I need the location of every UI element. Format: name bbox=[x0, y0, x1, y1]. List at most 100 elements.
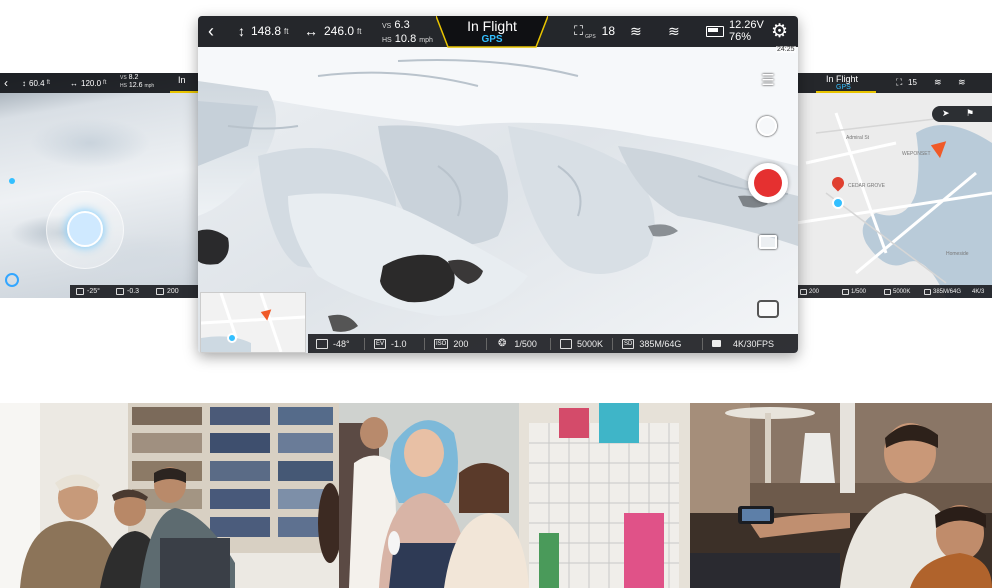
settings-gear-icon[interactable]: ⚙ bbox=[771, 16, 788, 46]
right-signal-icon: ≋ bbox=[934, 77, 942, 87]
hs-value: 12.6 bbox=[128, 82, 143, 89]
battery-icon[interactable] bbox=[706, 16, 724, 46]
satellite-icon: ⛶ bbox=[574, 23, 584, 38]
iso-value: 200 bbox=[809, 288, 820, 295]
right-mode: GPS bbox=[836, 84, 851, 91]
left-status-underline bbox=[170, 91, 198, 93]
battery-voltage: 12.26V bbox=[729, 19, 764, 31]
iso-label: ISO bbox=[434, 338, 449, 349]
shutter-setting[interactable]: ❂ 1/500 bbox=[498, 334, 537, 353]
storage-info: SD 385M/64G bbox=[622, 334, 681, 353]
video-value: 4K/3 bbox=[972, 288, 985, 295]
library-scene bbox=[0, 403, 339, 588]
map-label-homeside: Homeside bbox=[946, 251, 969, 257]
right-status-underline bbox=[816, 91, 876, 93]
map-toolbar[interactable]: ➤ ⚑ bbox=[932, 106, 992, 122]
altitude-unit: ft bbox=[46, 80, 50, 86]
switch-mode-icon[interactable] bbox=[757, 116, 777, 136]
rc-signal-icon[interactable]: ≋ bbox=[630, 16, 642, 46]
left-status: In bbox=[178, 75, 186, 85]
right-status: In Flight bbox=[826, 74, 859, 84]
gimbal-angle: -48° bbox=[316, 334, 350, 353]
right-satellite-icon: ⛶ bbox=[896, 77, 903, 87]
map-label-weponset: WEPONSET bbox=[902, 151, 931, 157]
left-iso: 200 bbox=[156, 285, 179, 298]
white-balance-setting[interactable]: 5000K bbox=[560, 334, 603, 353]
back-icon[interactable]: ‹ bbox=[4, 73, 8, 93]
distance-readout: ↔ 246.0 ft bbox=[304, 16, 361, 46]
gimbal-icon bbox=[316, 338, 328, 349]
video-camera-icon bbox=[712, 340, 721, 347]
right-shutter: 1/500 bbox=[842, 285, 866, 298]
record-button[interactable] bbox=[748, 163, 788, 203]
right-wb: 5000K bbox=[884, 285, 910, 298]
positioning-mode: GPS bbox=[481, 34, 503, 45]
wb-icon bbox=[560, 338, 572, 349]
left-angle: -25° bbox=[76, 285, 100, 298]
distance-icon: ↔ bbox=[304, 23, 318, 39]
ev-value: -1.0 bbox=[391, 338, 407, 349]
left-altitude: ↕ 60.4 ft bbox=[22, 73, 50, 93]
altitude-value: 148.8 bbox=[251, 24, 282, 38]
exposure-value[interactable]: EV -1.0 bbox=[374, 334, 407, 353]
right-video: 4K/3 bbox=[972, 285, 984, 298]
iso-value: 200 bbox=[167, 288, 179, 295]
angle-value: -48° bbox=[333, 338, 350, 349]
distance-value: 120.0 bbox=[81, 78, 102, 88]
living-room-scene bbox=[690, 403, 992, 588]
back-icon[interactable]: ‹ bbox=[208, 16, 214, 46]
video-value: 4K/30FPS bbox=[733, 338, 775, 349]
right-topbar: In Flight GPS ⛶ 15 ≋ ≋ bbox=[796, 73, 992, 93]
gallery-icon[interactable] bbox=[759, 235, 777, 249]
wb-value: 5000K bbox=[893, 288, 911, 295]
left-compass-indicator bbox=[9, 178, 15, 184]
hs-label: HS bbox=[120, 83, 127, 89]
center-topbar: ‹ ↕ 148.8 ft ↔ 246.0 ft VS 6.3 HS 10.8 m… bbox=[198, 16, 798, 48]
hs-label: HS bbox=[382, 37, 392, 44]
storage-value: 385M/64G bbox=[639, 338, 682, 349]
iso-setting[interactable]: ISO 200 bbox=[434, 334, 468, 353]
navigate-icon[interactable]: ➤ bbox=[942, 108, 950, 119]
map-label-admiral: Admiral St bbox=[846, 135, 870, 141]
flight-time: 24:25 bbox=[776, 46, 796, 53]
iso-value: 200 bbox=[453, 338, 469, 349]
right-satellites: 15 bbox=[908, 78, 917, 87]
vs-label: VS bbox=[382, 23, 392, 30]
shutter-icon: ❂ bbox=[498, 338, 507, 349]
sd-card-icon: SD bbox=[622, 338, 635, 349]
camera-settings-icon[interactable]: ☰ bbox=[758, 71, 778, 91]
ev-value: -0.3 bbox=[127, 288, 140, 295]
center-app-screen: ‹ ↕ 148.8 ft ↔ 246.0 ft VS 6.3 HS 10.8 m… bbox=[198, 16, 798, 353]
pilot-location-icon bbox=[832, 197, 844, 209]
mini-map[interactable] bbox=[200, 292, 306, 353]
photo-library-group bbox=[0, 403, 339, 588]
altitude-unit: ft bbox=[284, 26, 289, 36]
left-ev: -0.3 bbox=[116, 285, 139, 298]
vs-label: VS bbox=[120, 75, 127, 81]
drone-status-icon[interactable] bbox=[757, 300, 779, 318]
left-joystick-knob[interactable] bbox=[67, 211, 103, 247]
photo-market-women bbox=[339, 403, 690, 588]
altitude-readout: ↕ 148.8 ft bbox=[238, 16, 288, 46]
altitude-icon: ↕ bbox=[238, 23, 245, 39]
speed-readout: VS 6.3 HS 10.8 mph bbox=[382, 19, 433, 47]
satellite-label: GPS bbox=[585, 34, 596, 40]
photo-men-phone bbox=[690, 403, 992, 588]
waypoint-icon[interactable]: ⚑ bbox=[966, 108, 974, 119]
market-scene bbox=[339, 403, 690, 588]
left-speed: VS 8.2 HS 12.6 mph bbox=[120, 74, 154, 90]
distance-value: 246.0 bbox=[324, 24, 355, 38]
video-signal-icon[interactable]: ≋ bbox=[668, 16, 680, 46]
satellite-readout[interactable]: ⛶ GPS 18 bbox=[574, 16, 615, 46]
vs-value: 6.3 bbox=[394, 19, 410, 31]
video-format[interactable]: 4K/30FPS bbox=[712, 334, 774, 353]
right-app-screen: Admiral St WEPONSET CEDAR GROVE Homeside… bbox=[796, 73, 992, 298]
left-locate-icon[interactable] bbox=[5, 273, 19, 287]
flight-status-panel: In Flight GPS bbox=[436, 16, 548, 48]
speed-unit: mph bbox=[144, 83, 155, 89]
storage-value: 385M/64G bbox=[933, 288, 962, 295]
map-label-cedar: CEDAR GROVE bbox=[848, 183, 885, 189]
mini-map-pilot-icon bbox=[227, 333, 237, 343]
battery-readout: 12.26V 76% bbox=[729, 19, 764, 43]
shutter-value: 1/500 bbox=[514, 338, 537, 349]
